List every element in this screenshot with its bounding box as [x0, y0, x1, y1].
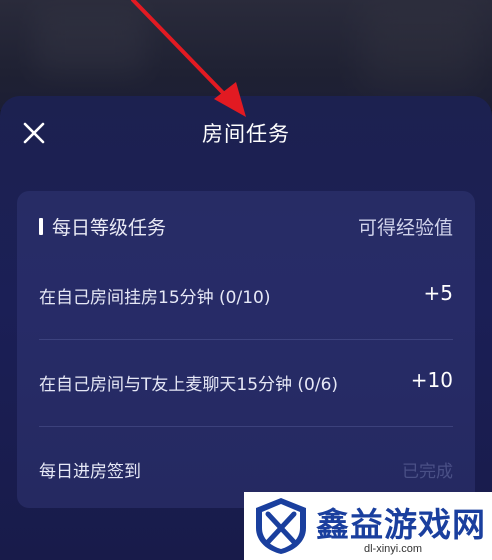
reward-column-label: 可得经验值	[357, 217, 453, 239]
task-label: 在自己房间与T友上麦聊天15分钟 (0/6)	[39, 375, 339, 395]
watermark: 鑫益游戏网 dl-xinyi.com	[244, 492, 492, 560]
task-reward: +5	[423, 281, 453, 305]
task-reward: +10	[410, 368, 453, 392]
section-title: 每日等级任务	[52, 217, 167, 239]
blurred-shape	[360, 0, 480, 90]
card-header: 每日等级任务 可得经验值	[17, 191, 475, 261]
task-row: 在自己房间与T友上麦聊天15分钟 (0/6) +10	[17, 340, 475, 426]
section-marker	[39, 218, 43, 235]
watermark-domain: dl-xinyi.com	[364, 543, 423, 555]
background-blurred-content	[0, 0, 492, 110]
task-status-completed: 已完成	[402, 462, 453, 482]
task-label: 在自己房间挂房15分钟 (0/10)	[39, 288, 271, 308]
blurred-shape	[35, 5, 145, 75]
daily-tasks-card: 每日等级任务 可得经验值 在自己房间挂房15分钟 (0/10) +5 在自己房间…	[17, 191, 475, 508]
page-title: 房间任务	[202, 122, 290, 146]
task-label: 每日进房签到	[39, 462, 141, 482]
watermark-brand: 鑫益游戏网	[316, 505, 486, 544]
task-row: 在自己房间挂房15分钟 (0/10) +5	[17, 253, 475, 339]
watermark-logo-icon	[256, 498, 306, 554]
